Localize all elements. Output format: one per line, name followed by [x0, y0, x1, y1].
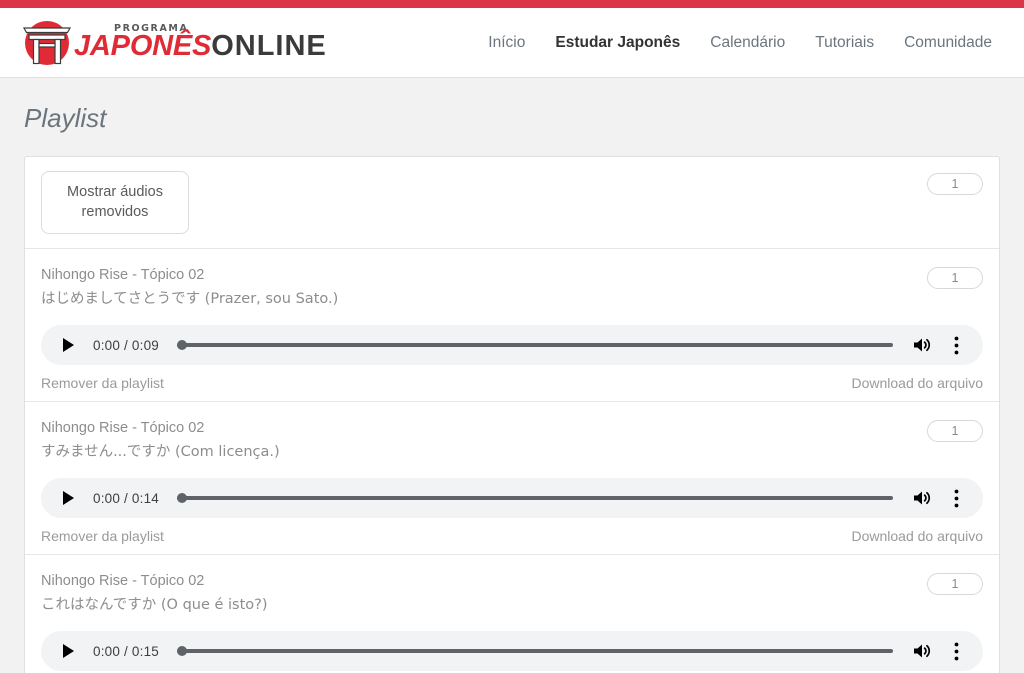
status-badge[interactable]: 1: [927, 173, 983, 195]
audio-progress-slider[interactable]: [177, 644, 893, 658]
download-file-link[interactable]: Download do arquivo: [851, 375, 983, 391]
status-badge[interactable]: 1: [927, 267, 983, 290]
play-icon[interactable]: [55, 332, 81, 358]
playlist-item-title: Nihongo Rise - Tópico 02: [41, 573, 205, 590]
site-logo[interactable]: PROGRAMA JAPONÊSONLINE: [20, 17, 327, 69]
audio-time-display: 0:00 / 0:15: [93, 643, 160, 659]
playlist-item-text: Nihongo Rise - Tópico 02 これはなんですか (O que…: [41, 571, 268, 616]
playlist-card: Mostrar áudios removidos 1 Nihongo Rise …: [24, 156, 1000, 673]
remove-from-playlist-link[interactable]: Remover da playlist: [41, 528, 164, 544]
volume-icon[interactable]: [907, 483, 937, 513]
playlist-item-text: Nihongo Rise - Tópico 02 はじめましてさとうです (Pr…: [41, 265, 338, 310]
audio-progress-slider[interactable]: [177, 491, 893, 505]
playlist-item-actions: Remover da playlist Download do arquivo: [41, 526, 983, 544]
top-accent-bar: [0, 0, 1024, 8]
status-badge[interactable]: 1: [927, 573, 983, 596]
nav-item-calendario[interactable]: Calendário: [710, 34, 785, 52]
playlist-item-subtitle: すみません...ですか (Com licença.): [41, 444, 280, 461]
playlist-item-actions: Remover da playlist Download do arquivo: [41, 373, 983, 391]
play-icon[interactable]: [55, 638, 81, 664]
audio-player: 0:00 / 0:09: [41, 325, 983, 366]
playlist-item: Nihongo Rise - Tópico 02 すみません...ですか (Co…: [25, 402, 999, 556]
nav-item-tutoriais[interactable]: Tutoriais: [815, 34, 874, 52]
audio-time-display: 0:00 / 0:09: [93, 337, 160, 353]
remove-from-playlist-link[interactable]: Remover da playlist: [41, 375, 164, 391]
download-file-link[interactable]: Download do arquivo: [851, 528, 983, 544]
audio-player: 0:00 / 0:15: [41, 631, 983, 672]
nav-item-comunidade[interactable]: Comunidade: [904, 34, 992, 52]
volume-icon[interactable]: [907, 636, 937, 666]
volume-icon[interactable]: [907, 330, 937, 360]
playlist-header-row: Mostrar áudios removidos 1: [25, 157, 999, 250]
audio-progress-slider[interactable]: [177, 338, 893, 352]
show-removed-audios-button[interactable]: Mostrar áudios removidos: [41, 171, 189, 235]
brand-japones-text: JAPONÊS: [74, 30, 212, 63]
more-vertical-icon[interactable]: [941, 330, 971, 360]
brand-online-text: ONLINE: [211, 30, 327, 63]
main-navigation: Início Estudar Japonês Calendário Tutori…: [488, 34, 1000, 52]
playlist-item-text: Nihongo Rise - Tópico 02 すみません...ですか (Co…: [41, 418, 280, 463]
play-icon[interactable]: [55, 485, 81, 511]
status-badge[interactable]: 1: [927, 420, 983, 443]
more-vertical-icon[interactable]: [941, 636, 971, 666]
site-header: PROGRAMA JAPONÊSONLINE Início Estudar Ja…: [0, 8, 1024, 78]
playlist-item: Nihongo Rise - Tópico 02 はじめましてさとうです (Pr…: [25, 249, 999, 403]
nav-item-estudar-japones[interactable]: Estudar Japonês: [555, 34, 680, 52]
playlist-item-subtitle: これはなんですか (O que é isto?): [41, 597, 268, 614]
audio-time-display: 0:00 / 0:14: [93, 490, 160, 506]
playlist-item-subtitle: はじめましてさとうです (Prazer, sou Sato.): [41, 291, 339, 308]
audio-player: 0:00 / 0:14: [41, 478, 983, 519]
playlist-item-title: Nihongo Rise - Tópico 02: [41, 267, 205, 284]
page-title: Playlist: [24, 103, 107, 133]
page-content: Playlist Mostrar áudios removidos 1 Niho…: [0, 103, 1024, 673]
playlist-item: Nihongo Rise - Tópico 02 これはなんですか (O que…: [25, 555, 999, 673]
torii-gate-icon: [20, 17, 74, 69]
nav-item-inicio[interactable]: Início: [488, 34, 525, 52]
playlist-item-title: Nihongo Rise - Tópico 02: [41, 420, 205, 437]
more-vertical-icon[interactable]: [941, 483, 971, 513]
